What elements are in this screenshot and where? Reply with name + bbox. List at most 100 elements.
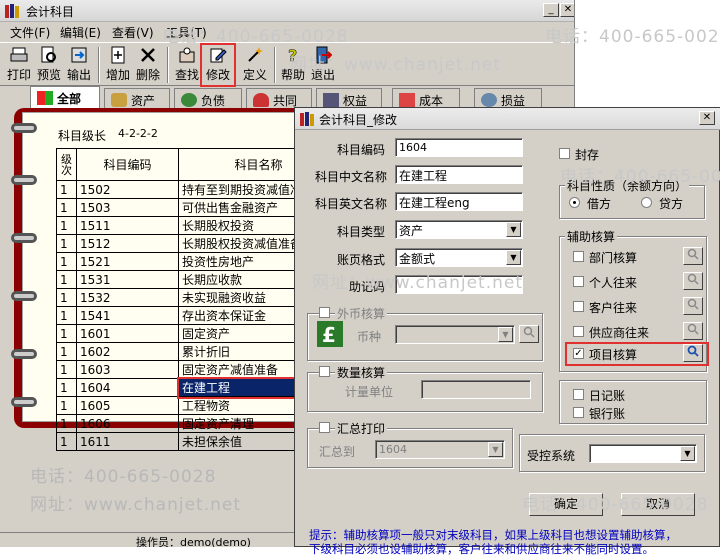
cell-level: 1	[56, 198, 77, 217]
summary-print-label: 汇总打印	[335, 420, 388, 437]
aux-department-search-button[interactable]	[683, 247, 703, 265]
print-button[interactable]: 打印	[4, 45, 34, 85]
aux-project-checkbox[interactable]: ✓	[573, 348, 584, 359]
cell-code: 1541	[76, 306, 179, 325]
journal-checkbox[interactable]	[573, 389, 584, 400]
chevron-down-icon[interactable]: ▼	[498, 327, 513, 342]
summary-to-label: 汇总到	[319, 445, 356, 459]
export-icon	[71, 47, 87, 63]
minimize-button[interactable]: _	[543, 3, 559, 17]
seal-checkbox[interactable]	[559, 148, 570, 159]
aux-project-search-button[interactable]	[683, 344, 703, 362]
summary-to-select[interactable]: 1604 ▼	[375, 440, 505, 459]
aux-customer-label: 客户往来	[589, 301, 638, 315]
tab-all[interactable]: 全部	[30, 86, 100, 110]
foreign-currency-checkbox[interactable]	[319, 307, 330, 318]
chevron-down-icon[interactable]: ▼	[506, 222, 521, 237]
delete-button[interactable]: 删除	[133, 45, 163, 85]
unit-label: 计量单位	[345, 385, 394, 399]
new-page-icon	[111, 46, 125, 64]
cell-code: 1531	[76, 270, 179, 289]
debit-label: 借方	[587, 197, 612, 211]
summary-print-checkbox[interactable]	[319, 422, 330, 433]
cell-code: 1604	[76, 378, 179, 397]
define-button[interactable]: 定义	[240, 45, 270, 85]
level-label: 科目级长	[58, 129, 107, 143]
search-icon	[687, 273, 699, 285]
edit-pencil-icon	[210, 48, 227, 63]
en-name-field[interactable]: 在建工程eng	[395, 192, 523, 211]
tab-liabilities[interactable]: 负债	[174, 88, 242, 110]
aux-department-label: 部门核算	[589, 251, 638, 265]
menu-view[interactable]: 查看(V)	[112, 24, 154, 41]
control-system-select[interactable]: ▼	[589, 444, 697, 463]
type-select[interactable]: 资产 ▼	[395, 220, 523, 239]
currency-select[interactable]: ▼	[395, 325, 515, 344]
watermark-web: 网址：www.chanjet.net	[312, 273, 524, 293]
quantity-checkbox[interactable]	[319, 366, 330, 377]
dialog-close-button[interactable]: ✕	[699, 111, 715, 125]
bank-checkbox[interactable]	[573, 407, 584, 418]
debit-radio[interactable]	[569, 197, 580, 208]
cell-code: 1606	[76, 414, 179, 433]
format-label: 账页格式	[337, 253, 386, 267]
magnifier-page-icon	[41, 46, 56, 63]
find-icon	[179, 47, 195, 63]
search-icon	[687, 298, 699, 310]
format-select[interactable]: 金额式 ▼	[395, 248, 523, 267]
chevron-down-icon[interactable]: ▼	[506, 250, 521, 265]
currency-search-button[interactable]	[519, 325, 539, 343]
aux-accounting-title: 辅助核算	[565, 228, 618, 245]
chevron-down-icon[interactable]: ▼	[680, 446, 695, 461]
add-button[interactable]: 增加	[103, 45, 133, 85]
credit-label: 贷方	[659, 197, 684, 211]
cn-name-field[interactable]: 在建工程	[395, 165, 523, 184]
watermark-phone: 电话：400-665-0028	[30, 467, 217, 487]
cell-code: 1602	[76, 342, 179, 361]
tip-line-2: 下级科目必须也设辅助核算，客户往来和供应商往来不能同时设置。	[309, 542, 654, 556]
quantity-label: 数量核算	[335, 364, 388, 381]
cell-code: 1503	[76, 198, 179, 217]
credit-radio[interactable]	[641, 197, 652, 208]
tab-assets[interactable]: 资产	[104, 88, 170, 110]
cell-level: 1	[56, 216, 77, 235]
watermark-phone: 电话：400-665-0028	[560, 167, 720, 187]
main-titlebar: 会计科目 _ ✕	[0, 0, 574, 22]
menu-file[interactable]: 文件(F)	[10, 24, 50, 41]
binder-ring	[11, 175, 37, 185]
person-icon	[253, 93, 269, 107]
aux-customer-checkbox[interactable]	[573, 301, 584, 312]
toolbar-separator	[274, 47, 276, 83]
find-button[interactable]: 查找	[172, 45, 202, 85]
code-label: 科目编码	[337, 143, 386, 157]
journal-label: 日记账	[589, 389, 626, 403]
modify-button[interactable]: 修改	[200, 43, 236, 87]
colorful-squares-icon	[37, 91, 53, 105]
aux-supplier-checkbox[interactable]	[573, 326, 584, 337]
toolbar-separator	[167, 47, 169, 83]
unit-field[interactable]	[421, 380, 531, 399]
cell-level: 1	[56, 306, 77, 325]
aux-supplier-search-button[interactable]	[683, 322, 703, 340]
export-button[interactable]: 输出	[64, 45, 94, 85]
preview-button[interactable]: 预览	[34, 45, 64, 85]
svg-text:£: £	[322, 323, 336, 347]
aux-personal-search-button[interactable]	[683, 272, 703, 290]
aux-department-checkbox[interactable]	[573, 251, 584, 262]
cell-level: 1	[56, 342, 77, 361]
menu-edit[interactable]: 编辑(E)	[60, 24, 101, 41]
cell-level: 1	[56, 432, 77, 451]
col-level: 级次	[56, 148, 77, 181]
aux-personal-checkbox[interactable]	[573, 276, 584, 287]
aux-customer-search-button[interactable]	[683, 297, 703, 315]
chevron-down-icon[interactable]: ▼	[488, 442, 503, 457]
cell-level: 1	[56, 324, 77, 343]
code-field[interactable]: 1604	[395, 138, 523, 157]
cell-code: 1511	[76, 216, 179, 235]
search-icon	[687, 248, 699, 260]
printer-icon	[10, 47, 28, 62]
books-icon	[5, 4, 19, 18]
close-button[interactable]: ✕	[560, 3, 574, 17]
cell-level: 1	[56, 180, 77, 199]
control-system-label: 受控系统	[527, 449, 576, 463]
